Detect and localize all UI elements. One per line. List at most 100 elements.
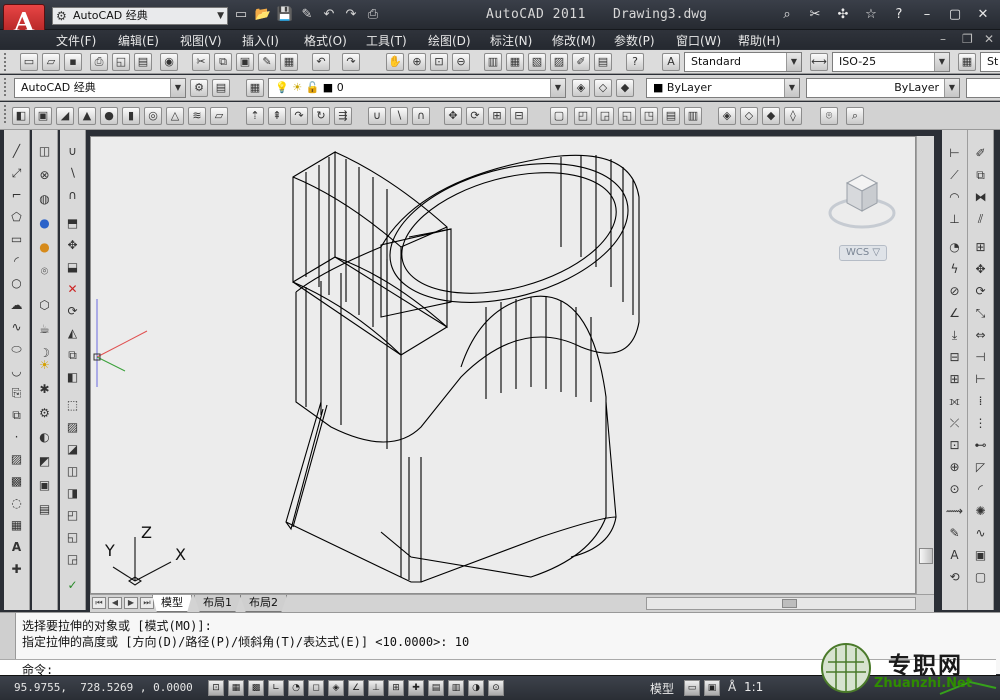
presspull-icon[interactable]: ⇞ (268, 107, 286, 125)
toolbar-grip[interactable] (4, 105, 8, 123)
quick-dimension-icon[interactable]: ⤓ (945, 326, 964, 345)
shell-icon[interactable]: ◰ (63, 506, 82, 525)
ne-iso-icon[interactable]: ◆ (762, 107, 780, 125)
center-mark-icon[interactable]: ⊕ (945, 458, 964, 477)
sphere-icon[interactable]: ● (100, 107, 118, 125)
3dalign-icon[interactable]: ⊞ (488, 107, 506, 125)
tab-layout2[interactable]: 布局2 (240, 595, 287, 612)
erase-icon[interactable]: ✐ (971, 144, 990, 163)
extend-icon[interactable]: ⊢ (971, 370, 990, 389)
zoom-realtime-icon[interactable]: ⊕ (408, 53, 426, 71)
sphere-render-icon[interactable]: ● (35, 214, 54, 233)
menu-modify[interactable]: 修改(M) (552, 32, 596, 49)
subtract-icon[interactable]: ∖ (390, 107, 408, 125)
render-settings-icon[interactable]: ⚙ (35, 404, 54, 423)
maximize-icon[interactable]: ▢ (946, 6, 964, 24)
doc-minimize-icon[interactable]: – (940, 32, 946, 46)
cut-icon[interactable]: ✂ (192, 53, 210, 71)
inspection-icon[interactable]: ⊙ (945, 480, 964, 499)
last-tab-icon[interactable]: ⏭ (140, 597, 154, 609)
box-icon[interactable]: ▣ (34, 107, 52, 125)
visual-styles-icon[interactable]: ⊗ (35, 166, 54, 185)
cylinder-icon[interactable]: ▮ (122, 107, 140, 125)
zoom-previous-icon[interactable]: ⊖ (452, 53, 470, 71)
copy-object-icon[interactable]: ⧉ (971, 166, 990, 185)
dimension-space-icon[interactable]: ⟗ (945, 392, 964, 411)
extrude-faces-icon[interactable]: ⬒ (63, 214, 82, 233)
prev-tab-icon[interactable]: ◀ (108, 597, 122, 609)
mtext-icon[interactable]: A (7, 538, 26, 557)
trim-icon[interactable]: ⊣ (971, 348, 990, 367)
region-icon[interactable]: ◌ (7, 494, 26, 513)
ortho-toggle[interactable]: ∟ (268, 680, 284, 696)
calculator-icon[interactable]: ▤ (594, 53, 612, 71)
map-icon[interactable]: ◩ (35, 452, 54, 471)
back-view-icon[interactable]: ▥ (684, 107, 702, 125)
design-center-icon[interactable]: ◉ (160, 53, 178, 71)
intersect-icon[interactable]: ∩ (412, 107, 430, 125)
toolbar-grip[interactable] (4, 53, 8, 71)
new-file-icon[interactable]: ▭ (232, 6, 250, 24)
menu-parameters[interactable]: 参数(P) (614, 32, 655, 49)
tolerance-icon[interactable]: ⊡ (945, 436, 964, 455)
layer-states-icon[interactable]: ◆ (616, 79, 634, 97)
undo-icon[interactable]: ↶ (320, 6, 338, 24)
qnew-icon[interactable]: ▭ (20, 53, 38, 71)
block-editor-icon[interactable]: ▦ (280, 53, 298, 71)
array-icon[interactable]: ⊞ (971, 238, 990, 257)
break-icon[interactable]: ⋮ (971, 414, 990, 433)
annotation-monitor-toggle[interactable]: ⊙ (488, 680, 504, 696)
right-view-icon[interactable]: ◳ (640, 107, 658, 125)
rotate-faces-icon[interactable]: ⟳ (63, 302, 82, 321)
match-properties-icon[interactable]: ✎ (258, 53, 276, 71)
move-icon[interactable]: ✥ (971, 260, 990, 279)
front-view-icon[interactable]: ▤ (662, 107, 680, 125)
offset-icon[interactable]: ⫽ (971, 210, 990, 229)
realistic-icon[interactable]: ◍ (35, 190, 54, 209)
drawing-area[interactable]: Y Z X WCS ▽ (90, 136, 916, 594)
delete-faces-icon[interactable]: ✕ (63, 280, 82, 299)
blend-icon[interactable]: ∿ (971, 524, 990, 543)
infer-constraints-toggle[interactable]: ⊡ (208, 680, 224, 696)
imprint-icon[interactable]: ◪ (63, 440, 82, 459)
scroll-thumb[interactable] (919, 548, 933, 564)
dimension-break-icon[interactable]: ⤫ (945, 414, 964, 433)
doc-close-icon[interactable]: ✕ (984, 32, 994, 46)
rectangle-icon[interactable]: ▭ (7, 230, 26, 249)
menu-help[interactable]: 帮助(H) (738, 32, 780, 49)
offset-faces-icon[interactable]: ⬓ (63, 258, 82, 277)
color-select[interactable]: ■ ByLayer ▼ (646, 78, 800, 98)
layer-select[interactable]: 💡 ☀ 🔓 ■ 0 ▼ (268, 78, 566, 98)
material-icon[interactable]: ● (35, 238, 54, 257)
snap-toggle[interactable]: ▦ (228, 680, 244, 696)
properties-icon[interactable]: ▥ (484, 53, 502, 71)
hatch-icon[interactable]: ▨ (7, 450, 26, 469)
save-as-icon[interactable]: ✎ (298, 6, 316, 24)
view-cube-icon[interactable]: ⬡ (35, 296, 54, 315)
sw-iso-icon[interactable]: ◈ (718, 107, 736, 125)
join-icon[interactable]: ⊷ (971, 436, 990, 455)
teapot-icon[interactable]: ☕ (35, 320, 54, 339)
arc-icon[interactable]: ◜ (7, 252, 26, 271)
dyn-toggle[interactable]: ⊞ (388, 680, 404, 696)
3darray-icon[interactable]: ⊟ (510, 107, 528, 125)
check-icon[interactable]: ◱ (63, 528, 82, 547)
tool-palettes-icon[interactable]: ▧ (528, 53, 546, 71)
helix-icon[interactable]: ≋ (188, 107, 206, 125)
bottom-view-icon[interactable]: ◲ (596, 107, 614, 125)
circle-icon[interactable]: ○ (7, 274, 26, 293)
copy-icon[interactable]: ⧉ (214, 53, 232, 71)
binoculars-icon[interactable]: ⌕ (778, 6, 796, 24)
union-icon[interactable]: ∪ (63, 142, 82, 161)
coordinate-readout[interactable]: 95.9755, 728.5269 , 0.0000 (14, 681, 193, 694)
checkmark-icon[interactable]: ✓ (63, 576, 82, 595)
ellipse-icon[interactable]: ⬭ (7, 340, 26, 359)
3d-osnap-toggle[interactable]: ◈ (328, 680, 344, 696)
quick-view-drawings-icon[interactable]: ▣ (704, 680, 720, 696)
color-faces-icon[interactable]: ◧ (63, 368, 82, 387)
construction-line-icon[interactable]: ⤢ (7, 164, 26, 183)
line-icon[interactable]: ╱ (7, 142, 26, 161)
selection-cycling-toggle[interactable]: ◑ (468, 680, 484, 696)
break-point-icon[interactable]: ⁞ (971, 392, 990, 411)
first-tab-icon[interactable]: ⏮ (92, 597, 106, 609)
